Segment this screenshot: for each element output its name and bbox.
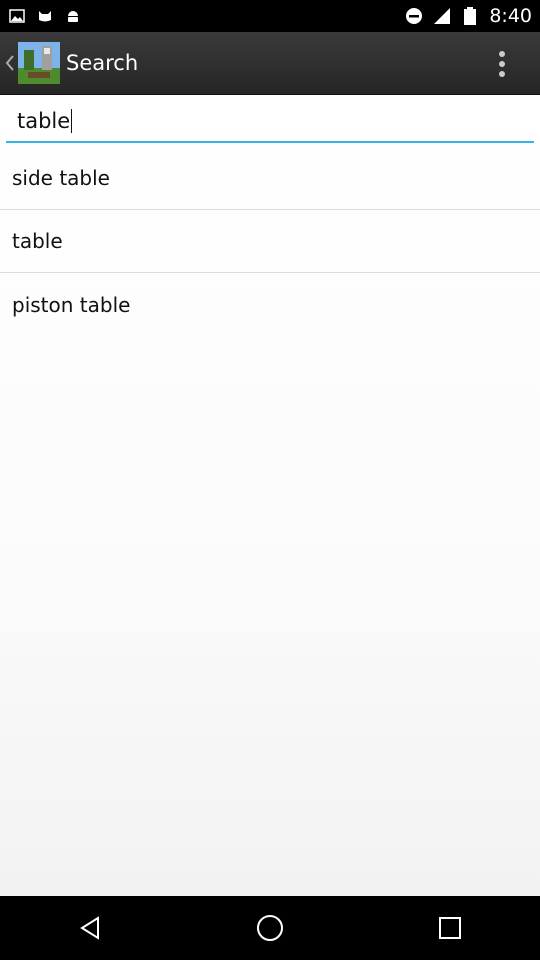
list-item[interactable]: side table (0, 147, 540, 210)
back-chevron-icon[interactable] (4, 51, 18, 75)
status-left (8, 7, 82, 25)
action-bar-title: Search (66, 51, 139, 75)
recents-icon[interactable] (430, 908, 470, 948)
content-area: table side table table piston table (0, 95, 540, 896)
do-not-disturb-icon (405, 7, 423, 25)
battery-icon (461, 7, 479, 25)
signal-icon (433, 7, 451, 25)
action-bar: Search (0, 32, 540, 95)
status-right: 8:40 (405, 5, 532, 27)
results-list: side table table piston table (0, 147, 540, 336)
status-time: 8:40 (489, 5, 532, 27)
list-item[interactable]: piston table (0, 273, 540, 336)
search-input[interactable]: table (6, 101, 534, 143)
search-input-value: table (17, 109, 71, 133)
navigation-bar (0, 896, 540, 960)
home-icon[interactable] (250, 908, 290, 948)
list-item[interactable]: table (0, 210, 540, 273)
android-icon (64, 7, 82, 25)
cat-icon (36, 7, 54, 25)
overflow-menu-icon[interactable] (486, 48, 518, 80)
image-icon (8, 7, 26, 25)
back-icon[interactable] (70, 908, 110, 948)
status-bar: 8:40 (0, 0, 540, 32)
app-icon[interactable] (18, 42, 60, 84)
text-cursor (71, 109, 73, 133)
